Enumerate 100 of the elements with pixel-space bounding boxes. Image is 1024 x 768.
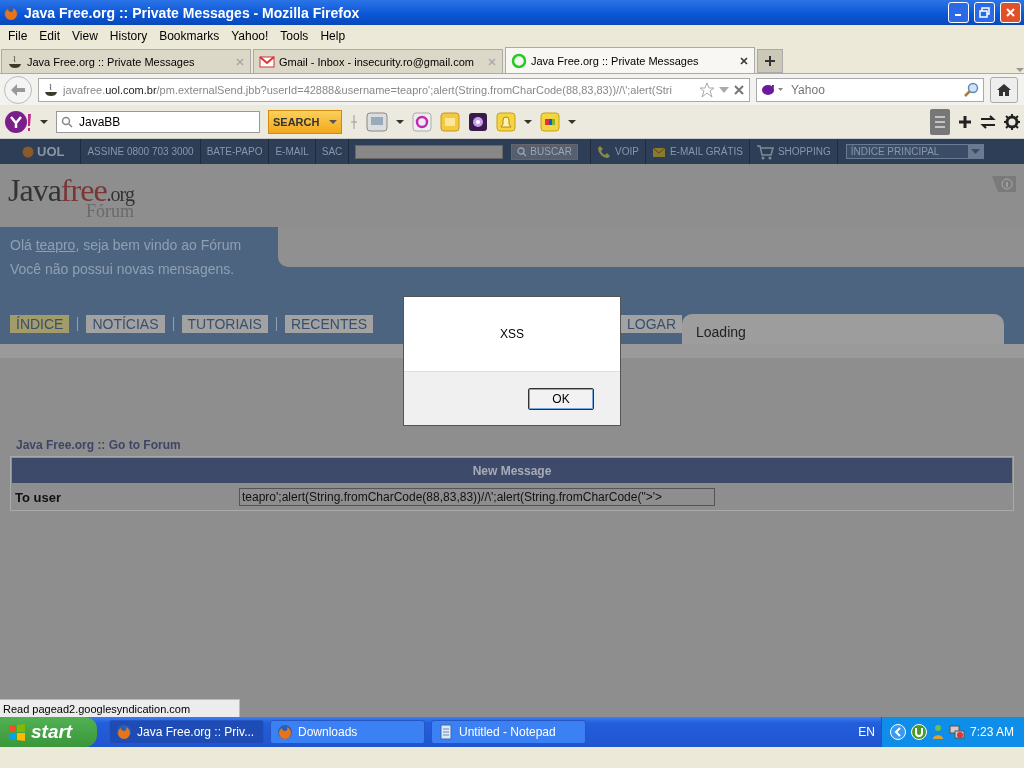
browser-tab[interactable]: Java Free.org :: Private Messages [1, 49, 251, 73]
menu-item[interactable]: Help [314, 28, 352, 43]
start-button[interactable]: start [0, 717, 97, 747]
back-button[interactable] [4, 75, 32, 104]
windows-logo-icon [8, 723, 26, 741]
network-icon[interactable] [948, 724, 965, 740]
torrent-icon[interactable] [910, 724, 927, 740]
swap-icon[interactable] [980, 114, 996, 129]
status-text: Read pagead2.googlesyndication.com [0, 699, 240, 717]
ok-button[interactable]: OK [528, 387, 594, 410]
top-bar-link[interactable]: ASSINE 0800 703 3000 [81, 139, 201, 164]
top-bar-link[interactable]: SHOPPING [749, 139, 838, 164]
plus-icon [764, 55, 776, 67]
taskbar-button[interactable]: Untitled - Notepad [431, 720, 586, 744]
dropdown-icon[interactable] [396, 118, 404, 125]
back-arrow-icon [10, 82, 26, 97]
restore-button[interactable] [974, 2, 995, 23]
top-bar-link[interactable]: SAC [315, 139, 350, 164]
flower-icon[interactable] [468, 111, 488, 132]
dropdown-icon [967, 145, 983, 158]
menu-item[interactable]: View [66, 28, 104, 43]
star-icon[interactable] [699, 81, 715, 98]
cup-icon [7, 53, 23, 70]
home-button[interactable] [990, 76, 1018, 103]
settings-icon[interactable] [1004, 113, 1020, 130]
close-icon[interactable] [739, 55, 749, 66]
toolbar-search-field[interactable]: JavaBB [56, 110, 260, 133]
menu-item[interactable]: Edit [33, 28, 67, 43]
recipient-field[interactable]: teapro';alert(String.fromCharCode(88,83,83))//\';alert(String.fromCharCode(">'> [239, 488, 715, 506]
top-bar-link[interactable]: VOIP [591, 139, 646, 164]
close-button[interactable] [1000, 2, 1021, 23]
site-search-field[interactable] [355, 144, 504, 159]
phone-icon [597, 144, 611, 159]
close-icon [1005, 7, 1016, 18]
nav-link[interactable]: LOGAR [621, 315, 682, 333]
address-field[interactable]: javafree.uol.com.br/pm.externalSend.jbb?userId=42888&username=teapro';alert(String.fromCharCode(88,83,83))//\';alert(Stri [38, 77, 750, 102]
nav-link[interactable]: TUTORIAIS [181, 315, 268, 333]
alert-message: XSS [499, 326, 525, 343]
globe-icon [22, 145, 34, 158]
table-header: New Message [12, 458, 1012, 483]
menu-item[interactable]: Bookmarks [153, 28, 226, 43]
index-select[interactable]: ÍNDICE PRINCIPAL [845, 144, 984, 159]
welcome-text: Olá teapro, seja bem vindo ao Fórum [9, 236, 243, 255]
menu-item[interactable]: Tools [274, 28, 315, 43]
menu-item[interactable]: Yahoo! [225, 28, 275, 43]
window-title: Java Free.org :: Private Messages - Mozilla Firefox [24, 4, 361, 21]
cup-icon [43, 81, 59, 98]
taskbar-button[interactable]: Downloads [270, 720, 425, 744]
search-button[interactable]: SEARCH [268, 109, 342, 134]
ring-icon[interactable] [412, 111, 432, 132]
plus-icon[interactable] [958, 114, 972, 129]
home-icon [996, 82, 1012, 97]
clock: 7:23 AM [969, 725, 1014, 739]
top-bar-link[interactable]: BATE-PAPO [200, 139, 270, 164]
top-bar-link[interactable]: E-MAIL GRÁTIS [645, 139, 750, 164]
cart-icon [755, 143, 774, 160]
firefox-icon [277, 724, 293, 740]
search-icon [517, 146, 528, 157]
bell-icon[interactable] [496, 111, 516, 132]
caret-icon [329, 118, 337, 125]
dropdown-icon[interactable] [40, 118, 48, 125]
envelope-icon [651, 145, 666, 158]
field-label: To user [15, 489, 62, 505]
monitor-icon[interactable] [366, 111, 388, 132]
search-icon[interactable] [963, 81, 979, 98]
taskbar-button[interactable]: Java Free.org :: Priv... [109, 720, 264, 744]
minimize-button[interactable] [948, 2, 969, 23]
menu-item[interactable]: History [103, 28, 154, 43]
stop-icon[interactable] [733, 83, 745, 96]
search-button[interactable]: BUSCAR [511, 143, 578, 160]
browser-tab[interactable]: Java Free.org :: Private Messages [505, 47, 755, 73]
mail-icon [259, 53, 275, 70]
yahoo-logo-icon[interactable] [4, 109, 32, 134]
firefox-icon [116, 724, 132, 740]
nav-link[interactable]: RECENTES [284, 315, 374, 333]
dropdown-icon[interactable] [524, 118, 532, 125]
loading-icon [511, 52, 527, 69]
yahoo-icon [761, 83, 785, 96]
loading-tab[interactable]: Loading [682, 314, 1004, 344]
restore-icon [979, 7, 990, 18]
firefox-icon [3, 4, 19, 21]
nav-link[interactable]: NOTÍCIAS [86, 315, 165, 333]
dropdown-icon[interactable] [568, 118, 576, 125]
top-bar-link[interactable]: E-MAIL [269, 139, 316, 164]
menu-item[interactable]: File [2, 28, 34, 43]
ebay-icon[interactable] [540, 111, 560, 132]
list-icon[interactable] [930, 108, 950, 135]
breadcrumb-link[interactable]: Java Free.org :: Go to Forum [10, 438, 1014, 452]
search-icon [61, 115, 73, 128]
messages-text: Você não possui novas mensagens. [9, 261, 236, 277]
separator-handle-icon[interactable] [350, 113, 358, 130]
chevron-icon[interactable] [889, 724, 906, 740]
site-logo[interactable]: Javafree.org Fórum [8, 174, 134, 227]
new-tab-button[interactable] [757, 49, 783, 73]
uol-logo[interactable]: UOL [0, 139, 82, 164]
language-indicator[interactable]: EN [858, 725, 875, 739]
search-field[interactable]: Yahoo [756, 77, 984, 102]
browser-tab[interactable]: Gmail - Inbox - insecurity.ro@gmail.com [253, 49, 503, 73]
nav-link[interactable]: ÍNDICE [10, 315, 70, 333]
notepad-icon [438, 724, 454, 740]
